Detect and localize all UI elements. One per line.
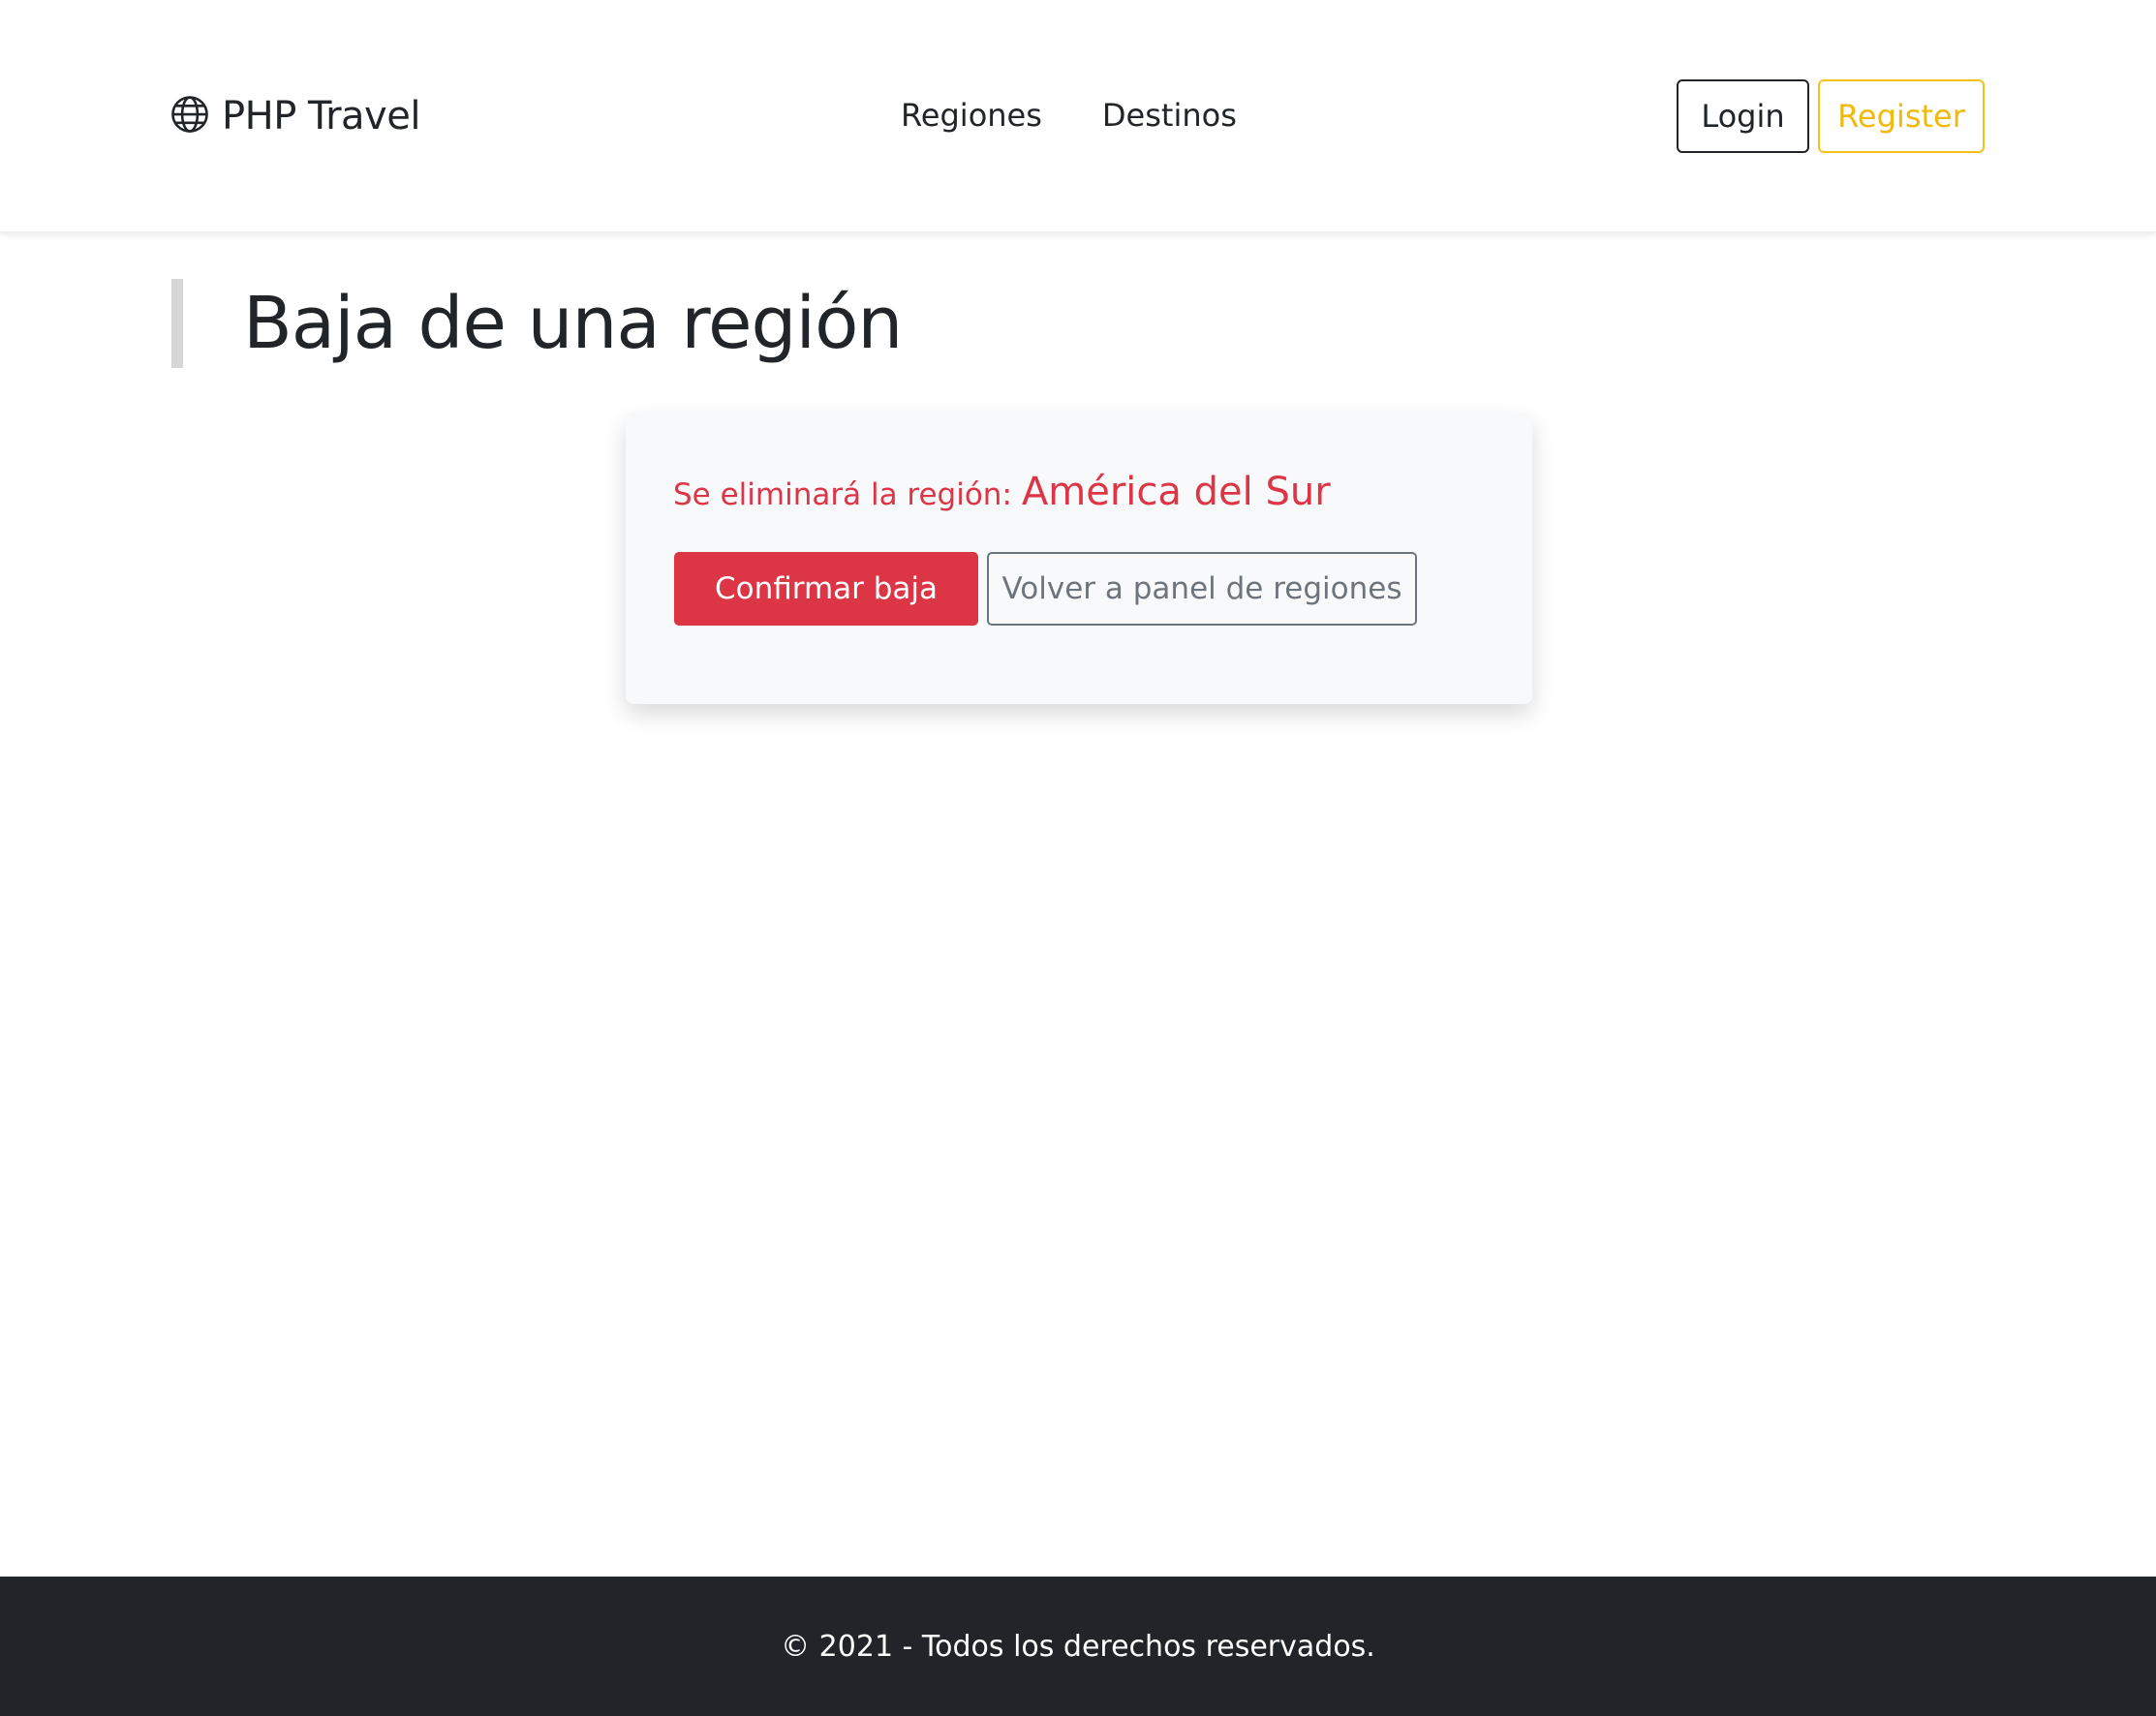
- main-nav: Regiones Destinos: [901, 93, 1237, 138]
- card-actions: Confirmar baja Volver a panel de regione…: [674, 552, 1417, 626]
- login-button[interactable]: Login: [1677, 79, 1809, 153]
- nav-item-destinos[interactable]: Destinos: [1102, 93, 1237, 138]
- brand-link[interactable]: PHP Travel: [169, 89, 420, 143]
- page-title: Baja de una región: [243, 282, 903, 365]
- region-name: América del Sur: [1021, 470, 1331, 514]
- copyright-text: © 2021 - Todos los derechos reservados.: [781, 1629, 1375, 1664]
- auth-buttons: Login Register: [1677, 79, 1985, 153]
- page-title-block: Baja de una región: [171, 279, 903, 368]
- brand-name: PHP Travel: [222, 94, 420, 138]
- delete-confirmation-card: Se eliminará la región: América del Sur …: [626, 414, 1532, 704]
- back-to-regions-button[interactable]: Volver a panel de regiones: [987, 552, 1417, 626]
- warning-label: Se eliminará la región:: [673, 477, 1012, 512]
- navbar: PHP Travel Regiones Destinos Login Regis…: [0, 0, 2156, 232]
- delete-warning: Se eliminará la región: América del Sur: [673, 470, 1331, 514]
- nav-item-regiones[interactable]: Regiones: [901, 93, 1042, 138]
- register-button[interactable]: Register: [1818, 79, 1985, 153]
- globe-icon: [169, 94, 222, 138]
- confirm-delete-button[interactable]: Confirmar baja: [674, 552, 978, 626]
- footer: © 2021 - Todos los derechos reservados.: [0, 1577, 2156, 1716]
